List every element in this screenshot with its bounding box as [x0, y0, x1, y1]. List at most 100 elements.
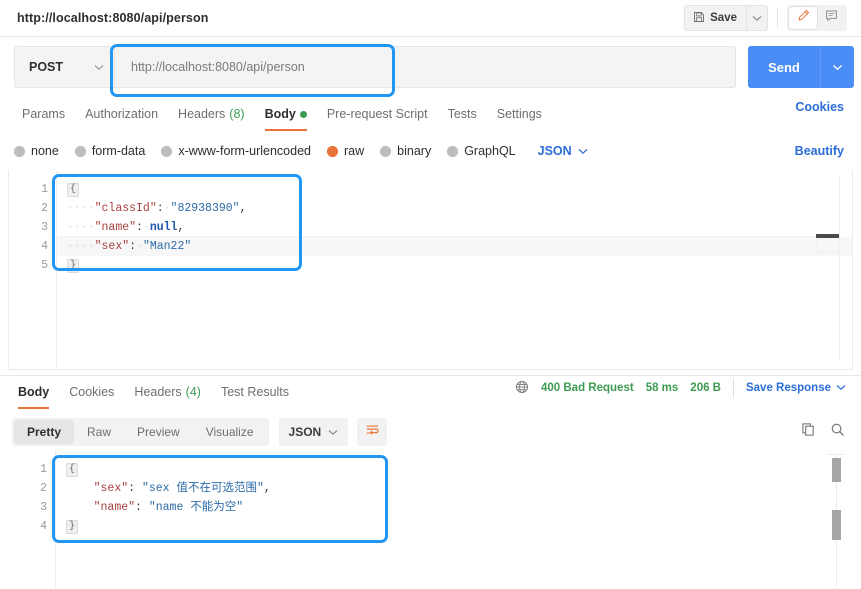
response-status: 400 Bad Request	[541, 382, 634, 394]
response-vscroll-thumb-inner[interactable]	[832, 510, 841, 540]
request-tab-settings[interactable]: Settings	[487, 100, 552, 128]
request-line-number: 2	[9, 199, 56, 218]
code-fold-marker: {	[66, 463, 78, 477]
view-mode-group	[787, 5, 847, 31]
response-tab-count: (4)	[186, 385, 201, 399]
code-token-key: "name"	[95, 221, 136, 234]
save-response-button[interactable]: Save Response	[746, 382, 846, 394]
request-tab-label: Pre-request Script	[327, 107, 428, 121]
request-code-line: {	[57, 180, 852, 199]
http-method-select[interactable]: POST	[14, 46, 114, 88]
request-tab-pre-request-script[interactable]: Pre-request Script	[317, 100, 438, 128]
request-format-label: JSON	[538, 144, 572, 158]
request-format-select[interactable]: JSON	[538, 144, 588, 158]
request-body-code[interactable]: {····"classId":·"82938390",····"name":·n…	[57, 170, 852, 369]
response-code-line: "name": "name 不能为空"	[56, 498, 853, 517]
response-tab-body[interactable]: Body	[8, 378, 59, 406]
save-dropdown-button[interactable]	[746, 5, 768, 31]
request-tab-title: http://localhost:8080/api/person	[17, 11, 208, 25]
code-fold-marker: }	[67, 259, 79, 273]
response-tab-label: Cookies	[69, 385, 114, 399]
request-vscroll-track[interactable]	[839, 176, 848, 361]
search-icon[interactable]	[830, 422, 845, 442]
body-type-none[interactable]: none	[14, 144, 59, 158]
send-dropdown-button[interactable]	[820, 46, 854, 88]
response-line-number: 3	[8, 498, 55, 517]
response-view-visualize[interactable]: Visualize	[193, 420, 267, 444]
response-view-raw[interactable]: Raw	[74, 420, 124, 444]
request-tab-tests[interactable]: Tests	[438, 100, 487, 128]
save-response-label: Save Response	[746, 382, 831, 394]
body-type-label: form-data	[92, 144, 146, 158]
body-type-row: none form-data x-www-form-urlencoded raw bin…	[0, 136, 861, 166]
code-token-sp	[142, 501, 149, 514]
code-token-str: "Man22"	[143, 240, 191, 253]
radio-icon	[161, 146, 172, 157]
code-fold-marker: {	[67, 183, 79, 197]
chevron-down-icon	[752, 9, 762, 27]
body-type-raw[interactable]: raw	[327, 144, 364, 158]
top-bar: http://localhost:8080/api/person Save	[0, 0, 861, 37]
code-token-str: "sex 值不在可选范围"	[142, 482, 264, 495]
cookies-link[interactable]: Cookies	[795, 100, 844, 114]
radio-icon	[380, 146, 391, 157]
request-line-number: 1	[9, 180, 56, 199]
response-view-preview[interactable]: Preview	[124, 420, 193, 444]
response-tab-label: Headers	[134, 385, 181, 399]
copy-icon[interactable]	[801, 422, 816, 442]
code-token-dots: ····	[67, 221, 95, 234]
globe-icon[interactable]	[515, 380, 529, 397]
request-tab-label: Params	[22, 107, 65, 121]
send-button[interactable]: Send	[748, 46, 820, 88]
response-actions	[801, 422, 845, 442]
code-token-dots: ·	[164, 202, 171, 215]
chevron-down-icon	[94, 58, 104, 76]
response-vscroll-thumb-outer[interactable]	[832, 458, 841, 482]
body-type-label: GraphQL	[464, 144, 515, 158]
status-divider	[733, 378, 734, 398]
response-tab-cookies[interactable]: Cookies	[59, 378, 124, 406]
response-tab-label: Test Results	[221, 385, 289, 399]
url-input[interactable]: http://localhost:8080/api/person	[114, 46, 736, 88]
code-token-key: "name"	[94, 501, 135, 514]
comments-button[interactable]	[817, 7, 845, 29]
request-tab-headers[interactable]: Headers(8)	[168, 100, 255, 128]
request-tabs: Params AuthorizationHeaders(8)Body Pre-req…	[0, 100, 861, 130]
request-tab-label: Settings	[497, 107, 542, 121]
request-tab-body[interactable]: Body	[255, 100, 317, 128]
code-token-pun: :	[136, 221, 143, 234]
response-tab-test-results[interactable]: Test Results	[211, 378, 299, 406]
radio-icon	[327, 146, 338, 157]
response-body-viewer[interactable]: 1234 { "sex": "sex 值不在可选范围", "name": "na…	[8, 450, 853, 589]
edit-mode-button[interactable]	[789, 7, 817, 29]
chevron-down-icon	[832, 58, 843, 76]
request-line-number: 4	[9, 237, 56, 256]
response-line-number: 4	[8, 517, 55, 536]
beautify-link[interactable]: Beautify	[795, 144, 844, 158]
request-code-line: ····"sex":·"Man22"	[57, 237, 852, 256]
panel-divider	[0, 375, 861, 376]
request-tab-params[interactable]: Params	[12, 100, 75, 128]
chevron-down-icon	[836, 382, 846, 394]
request-body-editor[interactable]: 12345 {····"classId":·"82938390",····"na…	[8, 170, 853, 370]
code-token-key: "sex"	[94, 482, 129, 495]
code-token-dots: ·	[143, 221, 150, 234]
response-format-select[interactable]: JSON	[279, 418, 349, 446]
request-tab-authorization[interactable]: Authorization	[75, 100, 168, 128]
body-type-binary[interactable]: binary	[380, 144, 431, 158]
radio-icon	[14, 146, 25, 157]
body-type-label: x-www-form-urlencoded	[178, 144, 311, 158]
code-token-str: "name 不能为空"	[149, 501, 243, 514]
request-code-line: ····"classId":·"82938390",	[57, 199, 852, 218]
code-token-pun: :	[157, 202, 164, 215]
chevron-down-icon	[578, 144, 588, 158]
response-tab-headers[interactable]: Headers (4)	[124, 378, 211, 406]
save-button[interactable]: Save	[684, 5, 746, 31]
body-type-x-www-form-urlencoded[interactable]: x-www-form-urlencoded	[161, 144, 311, 158]
wrap-lines-icon	[365, 423, 380, 442]
body-type-form-data[interactable]: form-data	[75, 144, 146, 158]
wrap-lines-button[interactable]	[357, 418, 387, 446]
response-view-pretty[interactable]: Pretty	[14, 420, 74, 444]
body-type-graphql[interactable]: GraphQL	[447, 144, 515, 158]
code-token-sp	[135, 482, 142, 495]
